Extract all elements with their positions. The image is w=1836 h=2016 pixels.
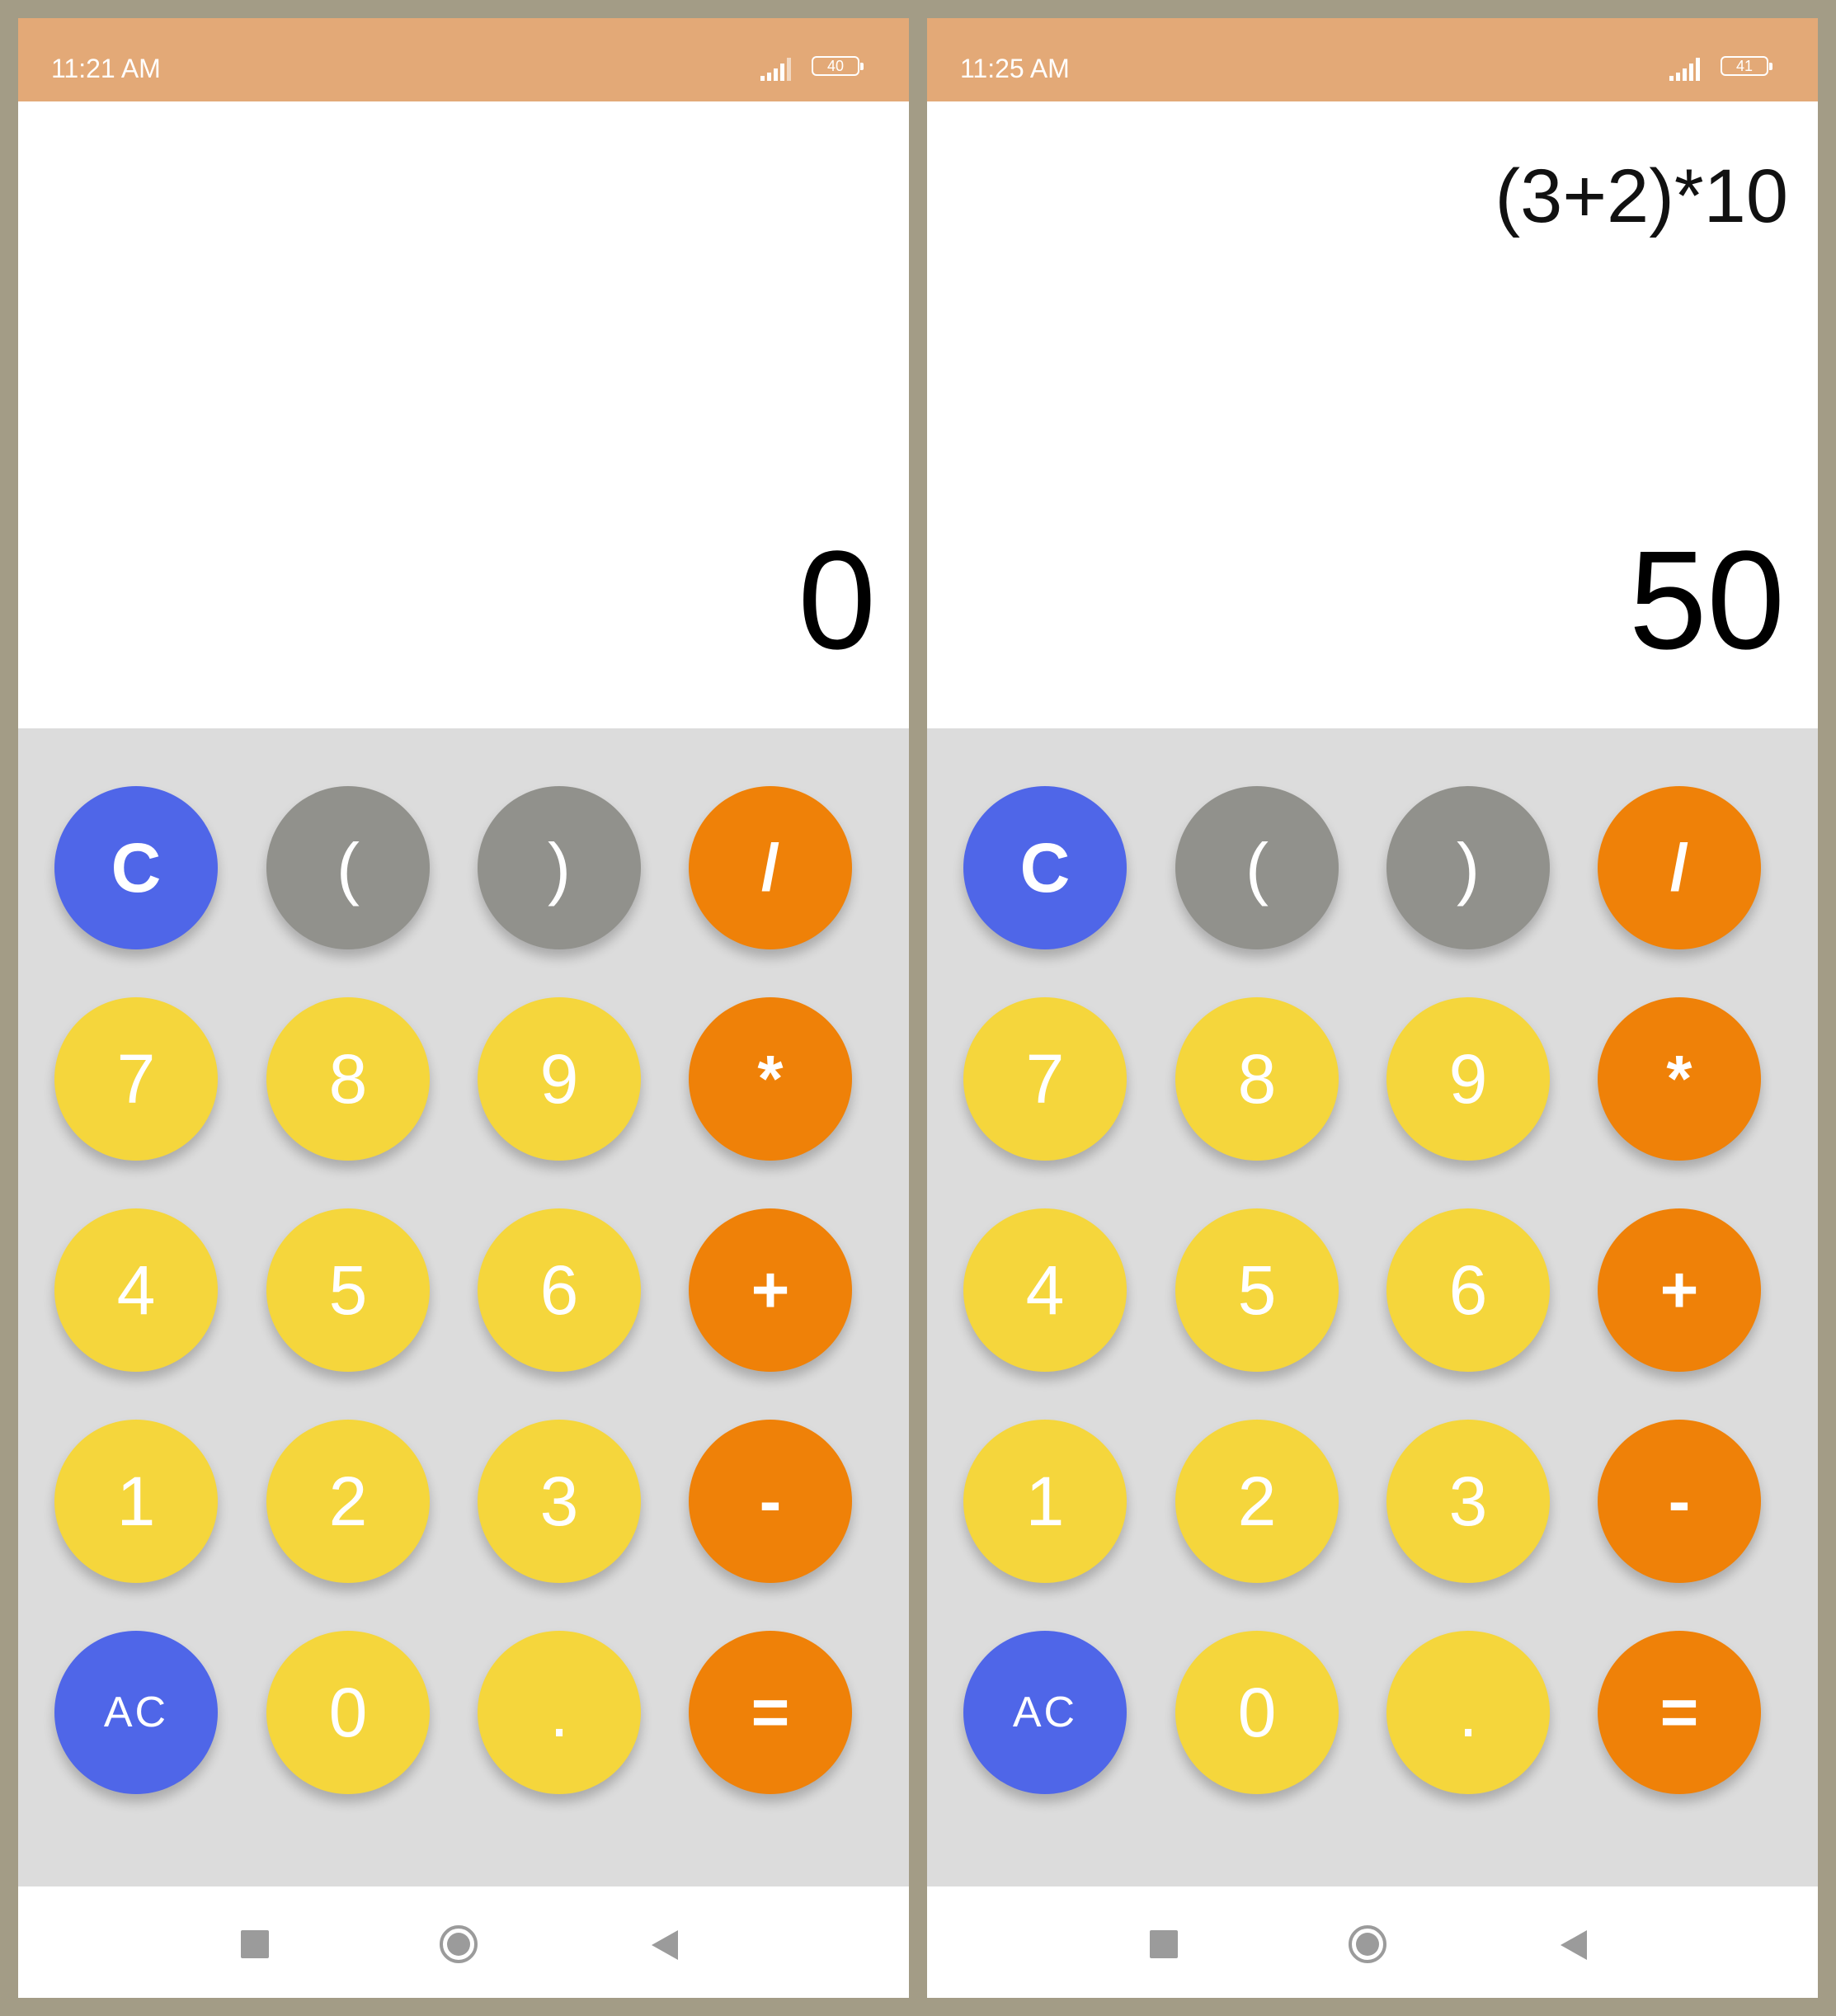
close-paren-button[interactable]: ) bbox=[1386, 786, 1550, 949]
multiply-button[interactable]: * bbox=[689, 997, 852, 1161]
calculator-display: 0 bbox=[18, 101, 909, 728]
back-triangle-icon[interactable] bbox=[1559, 1929, 1589, 1962]
battery-level: 40 bbox=[826, 58, 845, 74]
clear-button[interactable]: C bbox=[963, 786, 1127, 949]
divide-button[interactable]: / bbox=[689, 786, 852, 949]
subtract-button[interactable]: - bbox=[689, 1420, 852, 1583]
open-paren-button[interactable]: ( bbox=[1175, 786, 1339, 949]
decimal-button[interactable]: . bbox=[1386, 1631, 1550, 1794]
all-clear-button[interactable]: AC bbox=[54, 1631, 218, 1794]
equals-button[interactable]: = bbox=[1598, 1631, 1761, 1794]
digit-4-button[interactable]: 4 bbox=[54, 1208, 218, 1372]
open-paren-button[interactable]: ( bbox=[266, 786, 430, 949]
digit-1-button[interactable]: 1 bbox=[54, 1420, 218, 1583]
digit-8-button[interactable]: 8 bbox=[1175, 997, 1339, 1161]
add-button[interactable]: + bbox=[689, 1208, 852, 1372]
digit-3-button[interactable]: 3 bbox=[478, 1420, 641, 1583]
back-triangle-icon[interactable] bbox=[650, 1929, 680, 1962]
home-circle-icon[interactable] bbox=[438, 1924, 479, 1965]
keypad: C () / 7 8 9 * 4 5 6 +1 2 3- AC 0. = bbox=[18, 728, 909, 1886]
digit-0-button[interactable]: 0 bbox=[1175, 1631, 1339, 1794]
battery-level: 41 bbox=[1735, 58, 1754, 74]
home-circle-icon[interactable] bbox=[1347, 1924, 1388, 1965]
phone-screen-left: 11:21 AM 40 0 C () / 7 8 9 * 4 5 6 +1 2 3- AC 0. = bbox=[18, 18, 909, 1998]
digit-4-button[interactable]: 4 bbox=[963, 1208, 1127, 1372]
digit-9-button[interactable]: 9 bbox=[1386, 997, 1550, 1161]
digit-6-button[interactable]: 6 bbox=[478, 1208, 641, 1372]
result-text: 0 bbox=[798, 522, 876, 679]
digit-6-button[interactable]: 6 bbox=[1386, 1208, 1550, 1372]
signal-icon bbox=[760, 58, 791, 81]
digit-5-button[interactable]: 5 bbox=[1175, 1208, 1339, 1372]
result-text: 50 bbox=[1628, 522, 1785, 679]
signal-icon bbox=[1669, 58, 1700, 81]
all-clear-button[interactable]: AC bbox=[963, 1631, 1127, 1794]
battery-icon: 40 bbox=[812, 56, 866, 79]
battery-icon: 41 bbox=[1721, 56, 1775, 79]
equals-button[interactable]: = bbox=[689, 1631, 852, 1794]
digit-1-button[interactable]: 1 bbox=[963, 1420, 1127, 1583]
digit-0-button[interactable]: 0 bbox=[266, 1631, 430, 1794]
multiply-button[interactable]: * bbox=[1598, 997, 1761, 1161]
divide-button[interactable]: / bbox=[1598, 786, 1761, 949]
digit-3-button[interactable]: 3 bbox=[1386, 1420, 1550, 1583]
clear-button[interactable]: C bbox=[54, 786, 218, 949]
navigation-bar bbox=[18, 1891, 909, 1998]
status-bar: 11:21 AM 40 bbox=[18, 18, 909, 101]
digit-5-button[interactable]: 5 bbox=[266, 1208, 430, 1372]
phone-screen-right: 11:25 AM 41 (3+2)*10 50 C () / 7 8 9 * 4 5 6 +1 2 3-… bbox=[927, 18, 1818, 1998]
decimal-button[interactable]: . bbox=[478, 1631, 641, 1794]
digit-7-button[interactable]: 7 bbox=[963, 997, 1127, 1161]
digit-2-button[interactable]: 2 bbox=[266, 1420, 430, 1583]
digit-8-button[interactable]: 8 bbox=[266, 997, 430, 1161]
keypad: C () / 7 8 9 * 4 5 6 +1 2 3- AC 0. = bbox=[927, 728, 1818, 1886]
navigation-bar bbox=[927, 1891, 1818, 1998]
digit-7-button[interactable]: 7 bbox=[54, 997, 218, 1161]
status-time: 11:25 AM bbox=[960, 54, 1070, 83]
expression-text: (3+2)*10 bbox=[1495, 154, 1788, 238]
add-button[interactable]: + bbox=[1598, 1208, 1761, 1372]
status-time: 11:21 AM bbox=[51, 54, 161, 83]
recents-square-icon[interactable] bbox=[241, 1930, 269, 1958]
recents-square-icon[interactable] bbox=[1150, 1930, 1178, 1958]
calculator-display: (3+2)*10 50 bbox=[927, 101, 1818, 728]
status-bar: 11:25 AM 41 bbox=[927, 18, 1818, 101]
digit-2-button[interactable]: 2 bbox=[1175, 1420, 1339, 1583]
close-paren-button[interactable]: ) bbox=[478, 786, 641, 949]
subtract-button[interactable]: - bbox=[1598, 1420, 1761, 1583]
digit-9-button[interactable]: 9 bbox=[478, 997, 641, 1161]
